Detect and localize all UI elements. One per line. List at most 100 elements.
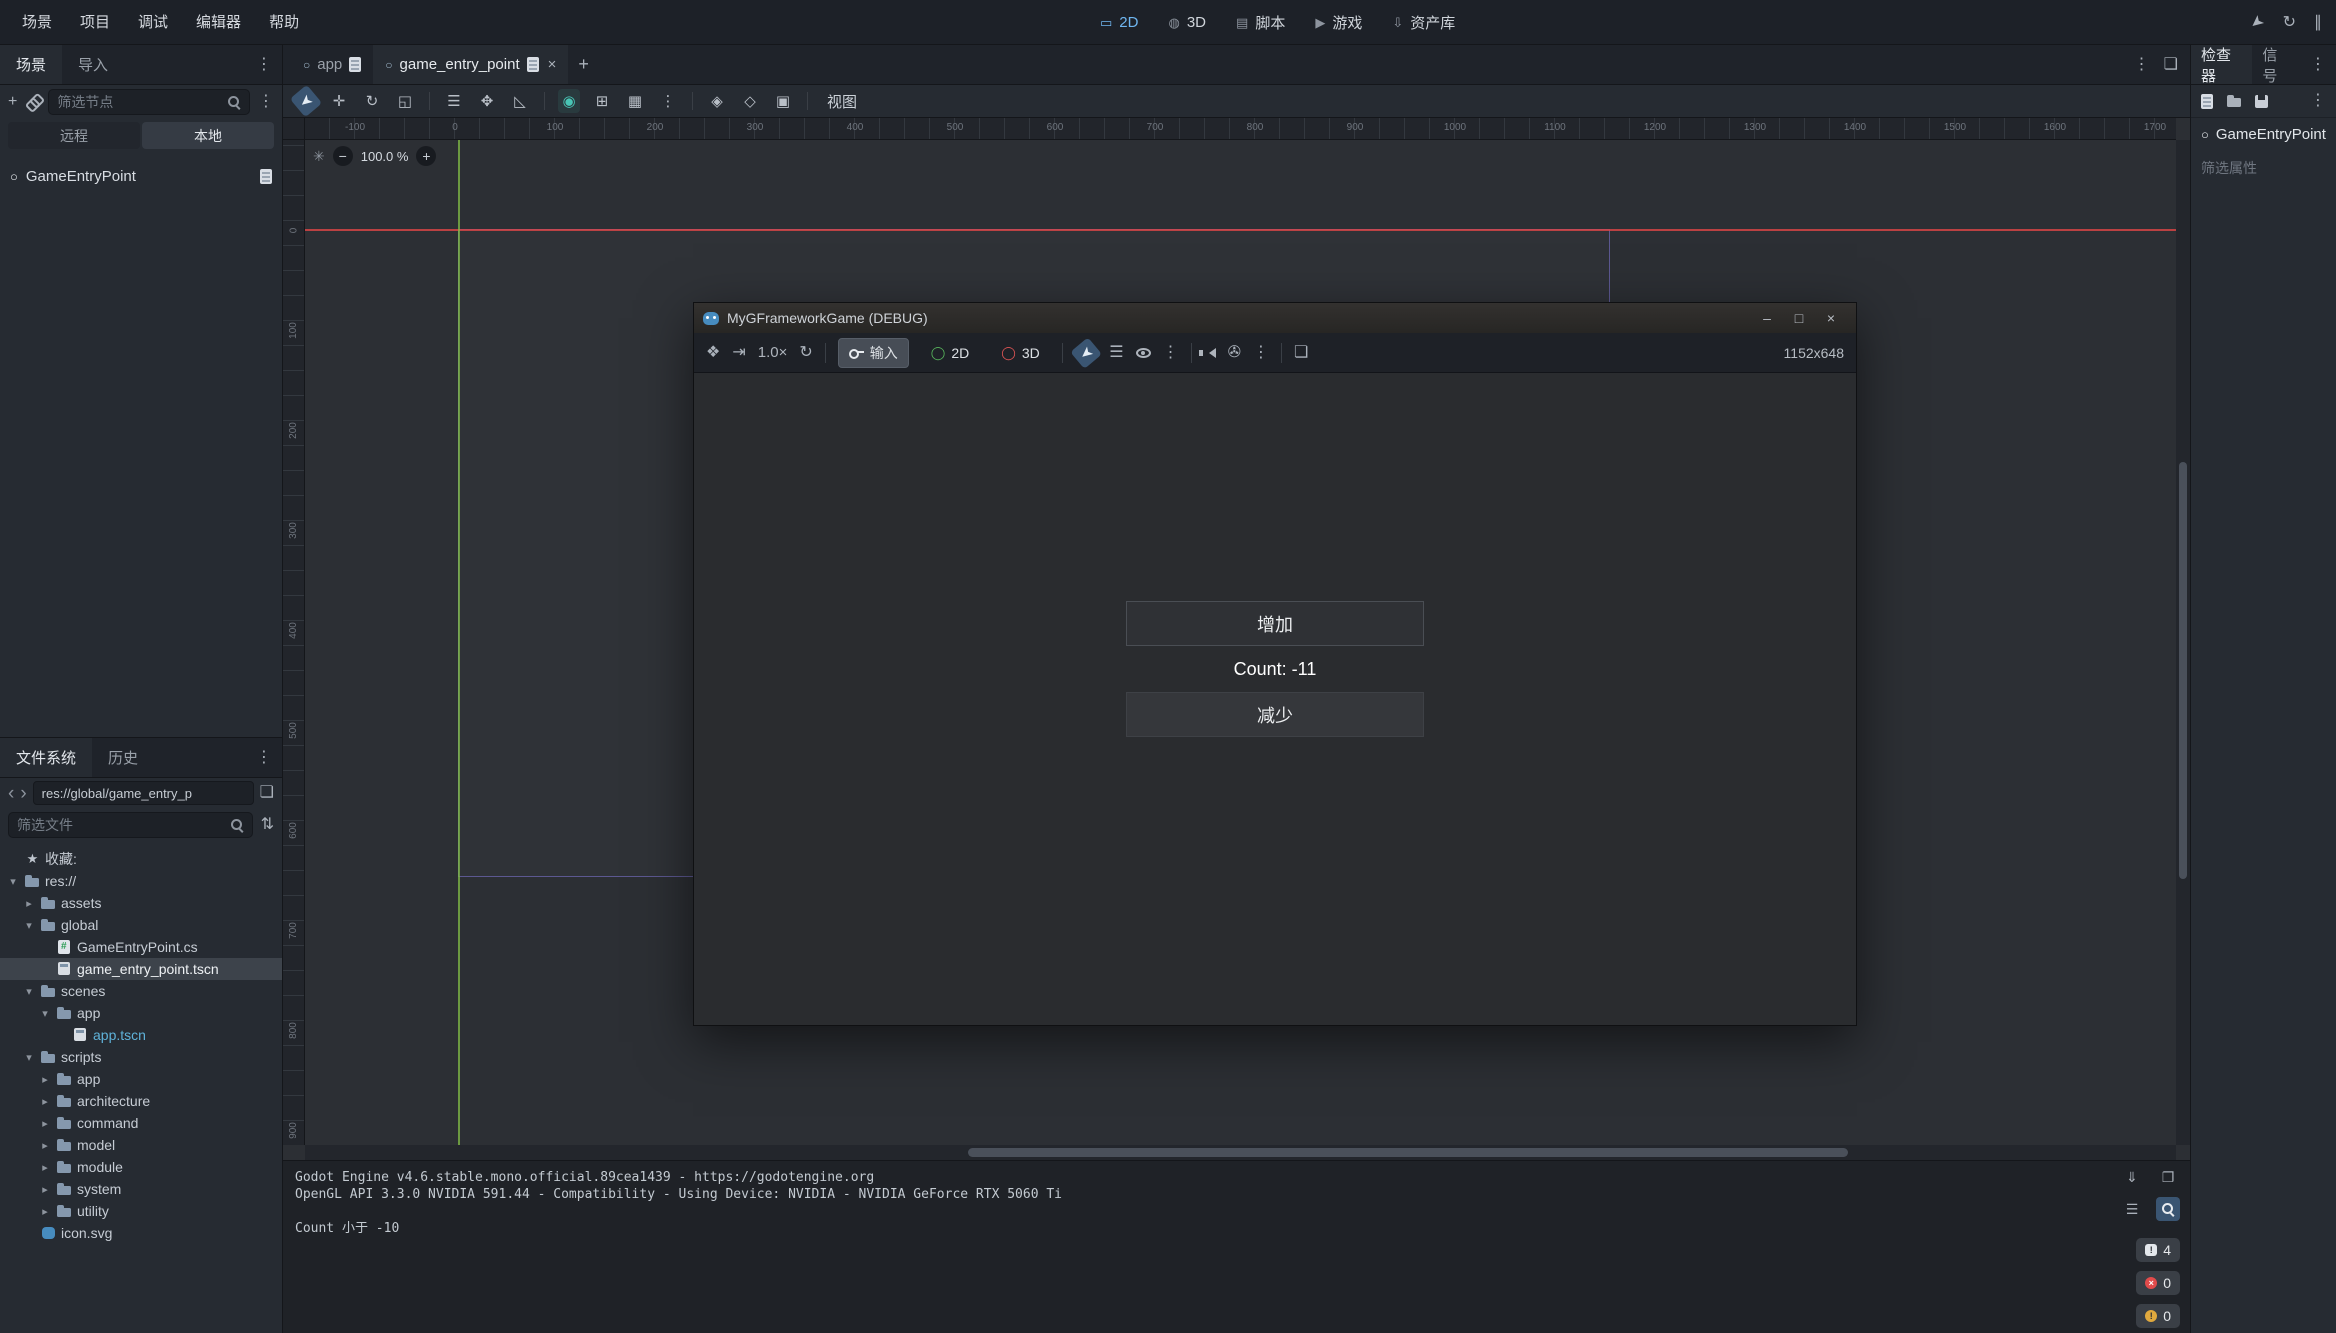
save-log-icon[interactable]: ⇓ <box>2120 1165 2144 1189</box>
scene-tree-menu-icon[interactable]: ⋮ <box>258 94 274 110</box>
snap-options-icon[interactable]: ▦ <box>624 89 646 113</box>
scene-tab-game-entry-point[interactable]: ○ game_entry_point × <box>373 45 568 84</box>
decrease-button[interactable]: 减少 <box>1126 692 1424 737</box>
workspace-2d[interactable]: ▭ 2D <box>1100 14 1138 31</box>
file-tree-item[interactable]: scenes <box>0 980 282 1002</box>
camera-override-icon[interactable]: ✇ <box>1228 345 1241 361</box>
tree-expand-arrow[interactable] <box>22 919 36 932</box>
tree-expand-arrow[interactable] <box>6 875 20 888</box>
2d-mode-button[interactable]: ◯ 2D <box>921 341 979 365</box>
file-tree-item[interactable]: command <box>0 1112 282 1134</box>
grid-snap-icon[interactable]: ⊞ <box>591 89 613 113</box>
tab-scene[interactable]: 场景 <box>0 45 62 84</box>
view-menu[interactable]: 视图 <box>827 91 857 112</box>
warnings-badge[interactable]: !0 <box>2136 1304 2180 1328</box>
tree-expand-arrow[interactable] <box>22 1051 36 1064</box>
reset-speed-icon[interactable]: ↻ <box>799 345 812 361</box>
tree-expand-arrow[interactable] <box>22 985 36 998</box>
horizontal-scrollbar-thumb[interactable] <box>968 1148 1848 1157</box>
tree-expand-arrow[interactable] <box>38 1183 52 1196</box>
split-view-icon[interactable]: ❏ <box>260 785 274 801</box>
select-tool-icon[interactable]: ➤ <box>290 85 322 118</box>
minimize-button[interactable]: – <box>1751 310 1783 326</box>
pause-icon[interactable]: ∥ <box>2314 15 2322 31</box>
local-button[interactable]: 本地 <box>142 122 274 149</box>
tab-inspector[interactable]: 检查器 <box>2191 45 2252 84</box>
workspace-3d[interactable]: ◍ 3D <box>1168 14 1206 31</box>
scene-dock-menu-icon[interactable]: ⋮ <box>246 45 282 84</box>
group-icon[interactable]: ▣ <box>772 89 794 113</box>
file-tree-item[interactable]: GameEntryPoint.cs <box>0 936 282 958</box>
tab-filesystem[interactable]: 文件系统 <box>0 738 92 777</box>
file-tree-item[interactable]: app <box>0 1068 282 1090</box>
ruler-tool-icon[interactable]: ◺ <box>509 89 531 113</box>
back-icon[interactable]: ‹ <box>8 784 14 803</box>
log-list-icon[interactable]: ☰ <box>2120 1197 2144 1221</box>
file-tree-item[interactable]: res:// <box>0 870 282 892</box>
pan-tool-icon[interactable]: ✥ <box>476 89 498 113</box>
scene-tab-list-icon[interactable]: ⋮ <box>2134 57 2150 73</box>
3d-mode-button[interactable]: ◯ 3D <box>991 341 1049 365</box>
current-path[interactable]: res://global/game_entry_p <box>33 781 254 805</box>
file-tree-item[interactable]: game_entry_point.tscn <box>0 958 282 980</box>
tree-expand-arrow[interactable] <box>22 897 36 910</box>
horizontal-scrollbar[interactable] <box>305 1145 2176 1160</box>
increase-button[interactable]: 增加 <box>1126 601 1424 646</box>
tree-expand-arrow[interactable] <box>38 1161 52 1174</box>
unlock-icon[interactable]: ◇ <box>739 89 761 113</box>
tree-expand-arrow[interactable] <box>38 1205 52 1218</box>
scene-tab-app[interactable]: ○ app <box>291 45 373 84</box>
rotate-tool-icon[interactable]: ↻ <box>361 89 383 113</box>
input-mode-button[interactable]: 输入 <box>838 338 909 368</box>
forward-icon[interactable]: › <box>20 784 26 803</box>
visibility-icon[interactable] <box>1136 348 1151 358</box>
copy-log-icon[interactable]: ❐ <box>2156 1165 2180 1189</box>
workspace-script[interactable]: ▤ 脚本 <box>1236 12 1285 33</box>
workspace-assetlib[interactable]: ⇩ 资产库 <box>1392 12 1455 33</box>
file-tree-item[interactable]: app <box>0 1002 282 1024</box>
vertical-scrollbar-thumb[interactable] <box>2179 462 2187 879</box>
log-search-icon[interactable] <box>2156 1197 2180 1221</box>
zoom-reset-icon[interactable]: ✳ <box>313 148 325 165</box>
new-scene-tab-button[interactable]: + <box>568 45 599 84</box>
vertical-scrollbar[interactable] <box>2176 140 2190 1145</box>
mute-audio-icon[interactable] <box>1204 348 1216 358</box>
debugger-badge[interactable]: !4 <box>2136 1238 2180 1262</box>
file-tree-item[interactable]: model <box>0 1134 282 1156</box>
tab-history[interactable]: 历史 <box>92 738 154 777</box>
zoom-in-button[interactable]: + <box>416 146 436 166</box>
game-window-titlebar[interactable]: MyGFrameworkGame (DEBUG) – □ × <box>694 303 1856 333</box>
file-tree-item[interactable]: scripts <box>0 1046 282 1068</box>
debug-options-icon[interactable]: ❖ <box>706 345 720 361</box>
zoom-level[interactable]: 100.0 % <box>361 149 409 164</box>
scene-tree-root-node[interactable]: ○ GameEntryPoint <box>0 163 282 189</box>
file-tree-item[interactable]: icon.svg <box>0 1222 282 1244</box>
tree-expand-arrow[interactable] <box>38 1007 52 1020</box>
node-list-icon[interactable]: ☰ <box>1109 345 1123 361</box>
zoom-out-button[interactable]: − <box>333 146 353 166</box>
restart-icon[interactable]: ↻ <box>2283 15 2296 31</box>
next-frame-icon[interactable]: ⇥ <box>732 345 745 361</box>
menu-project[interactable]: 项目 <box>66 0 124 45</box>
tab-import[interactable]: 导入 <box>62 45 124 84</box>
errors-badge[interactable]: ×0 <box>2136 1271 2180 1295</box>
workspace-game[interactable]: ▶ 游戏 <box>1315 12 1362 33</box>
scale-tool-icon[interactable]: ◱ <box>394 89 416 113</box>
tree-expand-arrow[interactable] <box>38 1117 52 1130</box>
move-tool-icon[interactable]: ✛ <box>328 89 350 113</box>
close-window-button[interactable]: × <box>1815 310 1847 326</box>
scene-filter-input[interactable] <box>57 94 227 110</box>
file-tree-item[interactable]: app.tscn <box>0 1024 282 1046</box>
close-tab-icon[interactable]: × <box>548 56 557 73</box>
file-tree-item[interactable]: architecture <box>0 1090 282 1112</box>
sort-files-icon[interactable]: ⇅ <box>261 817 274 833</box>
speed-dropdown[interactable]: 1.0× <box>758 344 788 361</box>
filesystem-menu-icon[interactable]: ⋮ <box>246 738 282 777</box>
expand-viewport-icon[interactable]: ❏ <box>2164 57 2178 73</box>
file-tree-item[interactable]: utility <box>0 1200 282 1222</box>
menu-help[interactable]: 帮助 <box>255 0 313 45</box>
smart-snap-icon[interactable]: ◉ <box>558 89 580 113</box>
embed-fullscreen-icon[interactable]: ❏ <box>1294 345 1308 361</box>
tree-expand-arrow[interactable] <box>38 1139 52 1152</box>
file-tree-item[interactable]: global <box>0 914 282 936</box>
